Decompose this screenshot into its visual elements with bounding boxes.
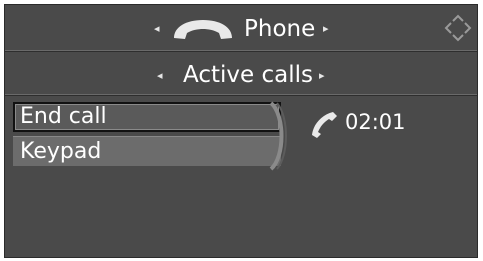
submenu-bar[interactable]: ◂ Active calls ▸ xyxy=(5,53,477,96)
navigation-controller-icon xyxy=(444,14,472,42)
phone-screen: ◂ Phone ▸ ◂ Active calls ▸ End call Keyp… xyxy=(4,4,478,258)
page-title: Phone xyxy=(244,16,316,42)
title-right-arrow[interactable]: ▸ xyxy=(323,23,329,34)
end-call-label: End call xyxy=(20,104,107,129)
call-duration: 02:01 xyxy=(345,110,406,134)
keypad-menu-item[interactable]: Keypad xyxy=(13,136,281,166)
active-call-icon xyxy=(312,112,337,138)
menu-scroll-indicator xyxy=(269,101,287,171)
submenu-title: Active calls xyxy=(183,62,313,88)
title-bar[interactable]: ◂ Phone ▸ xyxy=(5,5,477,52)
phone-handset-icon xyxy=(174,20,232,39)
title-left-arrow[interactable]: ◂ xyxy=(154,23,160,34)
end-call-menu-item[interactable]: End call xyxy=(13,102,281,132)
keypad-label: Keypad xyxy=(20,139,102,164)
call-options-menu: End call Keypad xyxy=(13,102,285,170)
submenu-right-arrow[interactable]: ▸ xyxy=(319,70,325,81)
submenu-left-arrow[interactable]: ◂ xyxy=(157,70,163,81)
